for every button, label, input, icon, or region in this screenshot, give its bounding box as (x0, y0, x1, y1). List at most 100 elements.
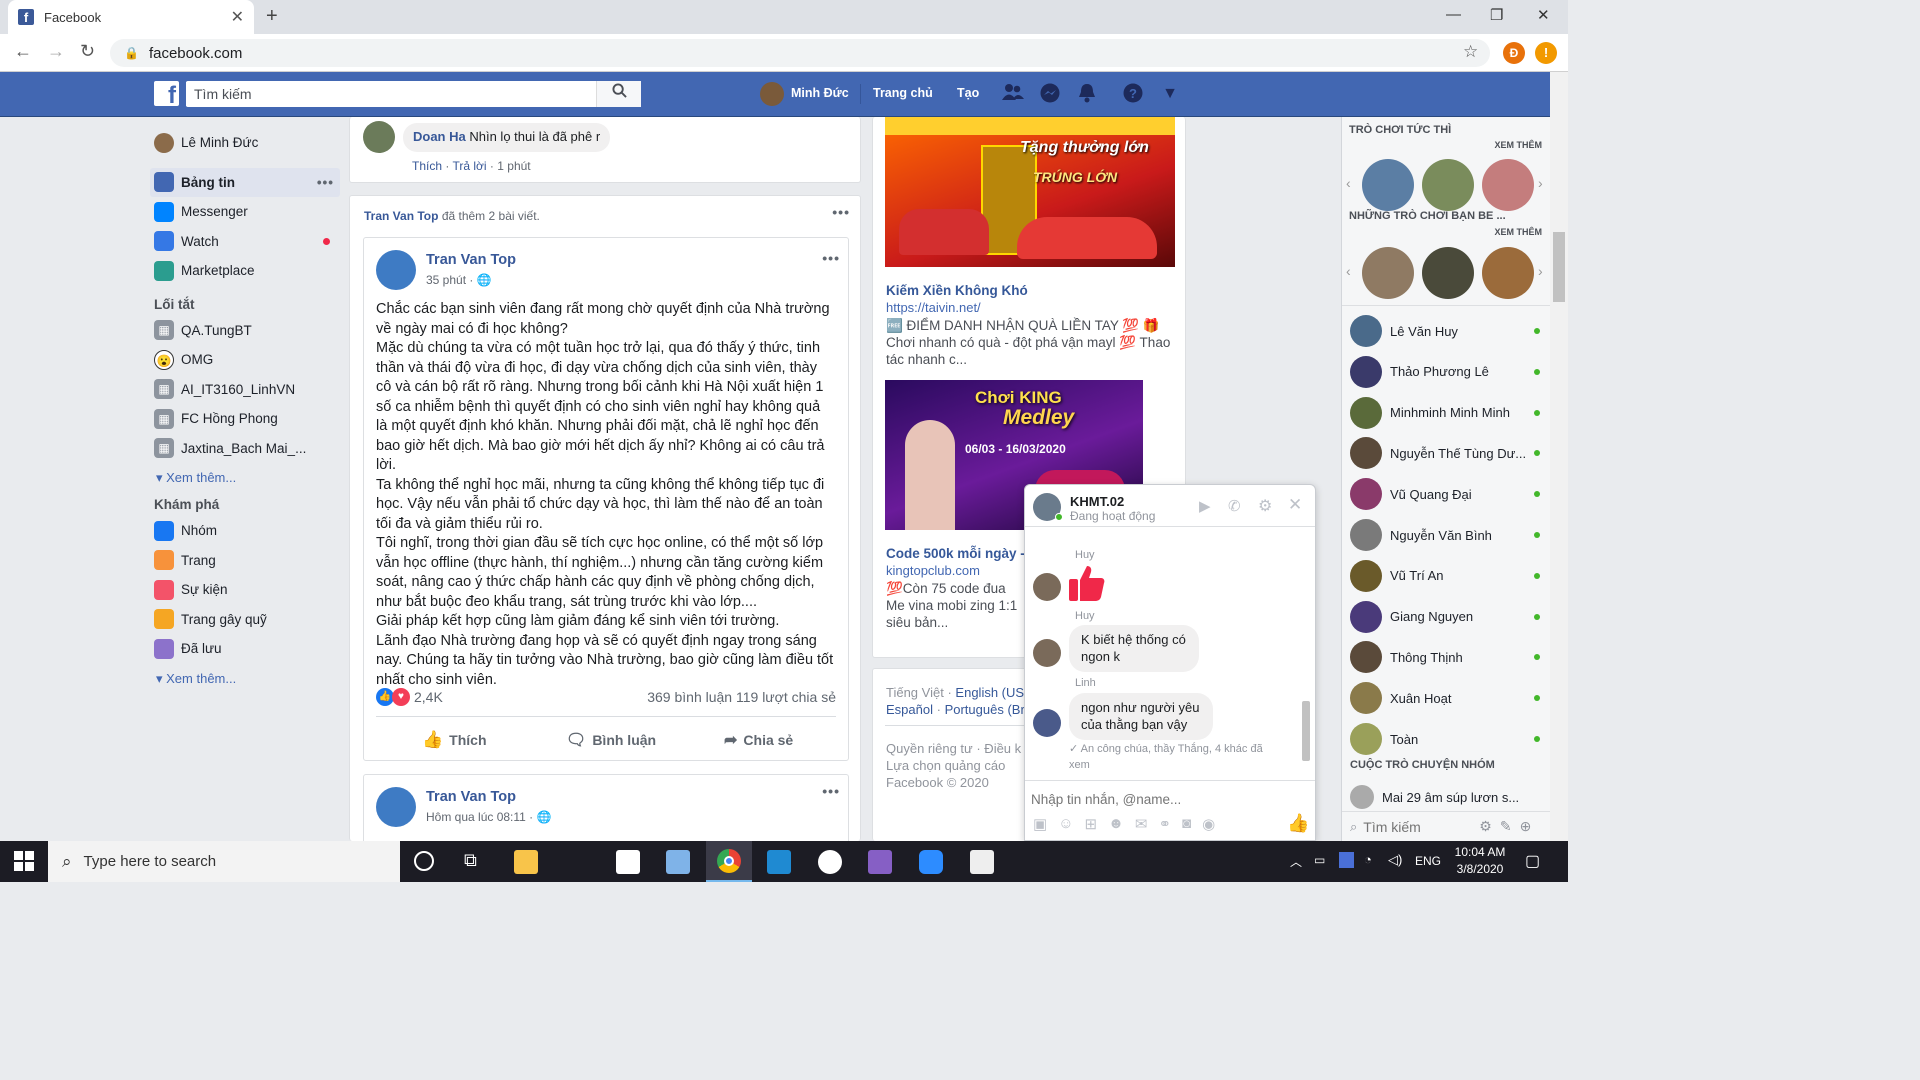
friends-games-prev-icon[interactable]: ‹ (1346, 263, 1351, 279)
sender-avatar[interactable] (1033, 639, 1061, 667)
lang-portugues[interactable]: Português (Br (945, 702, 1025, 717)
post-options-icon[interactable]: ••• (822, 783, 840, 799)
like-button[interactable]: 👍 Thích (422, 730, 487, 750)
contact-item[interactable]: Vũ Quang Đại (1350, 476, 1542, 512)
group-chat-item[interactable]: Mai 29 âm súp lươn s... (1350, 785, 1542, 809)
sidebar-explore-item[interactable]: Trang gây quỹ (150, 605, 340, 635)
contact-item[interactable]: Nguyễn Văn Bình (1350, 517, 1542, 553)
file-explorer-icon[interactable] (514, 850, 538, 874)
contact-item[interactable]: Giang Nguyen (1350, 599, 1542, 635)
task-view-icon[interactable]: ⧉ (464, 850, 477, 871)
ad1-title[interactable]: Kiếm Xiền Không Khó (886, 283, 1028, 298)
sender-avatar[interactable] (1033, 709, 1061, 737)
sidebar-shortcut[interactable]: ▦ AI_IT3160_LinhVN (150, 375, 340, 405)
home-link[interactable]: Trang chủ (873, 86, 933, 100)
games-prev-icon[interactable]: ‹ (1346, 175, 1351, 191)
contact-item[interactable]: Toàn (1350, 721, 1542, 757)
emoji-icon[interactable]: ☻ (1108, 815, 1124, 833)
game-thumbnail[interactable] (1482, 247, 1534, 299)
instant-games-see-more[interactable]: XEM THÊM (1494, 140, 1542, 150)
sticker-icon[interactable]: ☺ (1058, 815, 1073, 833)
games-next-icon[interactable]: › (1538, 175, 1543, 191)
scrollbar-thumb[interactable] (1553, 232, 1565, 302)
input-language[interactable]: ENG (1415, 854, 1441, 868)
help-icon[interactable]: ? (1122, 83, 1144, 105)
more-options-icon[interactable]: ••• (317, 175, 334, 190)
friends-games-next-icon[interactable]: › (1538, 263, 1543, 279)
game-thumbnail[interactable] (1482, 159, 1534, 211)
wifi-icon[interactable]: ◔ (1364, 852, 1372, 867)
maximize-icon[interactable]: ❐ (1490, 6, 1503, 24)
game-thumbnail[interactable] (1362, 247, 1414, 299)
search-input[interactable] (186, 82, 596, 106)
close-tab-icon[interactable]: ✕ (231, 7, 244, 27)
zoom-icon[interactable] (919, 850, 943, 874)
battery-icon[interactable]: ▭ (1314, 853, 1325, 867)
sidebar-shortcut[interactable]: 😮 OMG (150, 345, 340, 375)
taskbar-search[interactable]: ⌕ Type here to search (48, 841, 400, 882)
commenter-avatar[interactable] (363, 121, 395, 153)
sidebar-explore-item[interactable]: Đã lưu (150, 634, 340, 664)
ad1-url[interactable]: https://taivin.net/ (886, 300, 981, 315)
new-tab-icon[interactable]: + (266, 5, 278, 28)
contact-item[interactable]: Thảo Phương Lê (1350, 354, 1542, 390)
footer-links-1[interactable]: Quyền riêng tư · Điều k (886, 741, 1021, 756)
windows-start-icon[interactable] (14, 851, 34, 874)
facebook-logo-icon[interactable]: f (154, 81, 179, 109)
camera-icon[interactable]: ◙ (1182, 815, 1191, 833)
post-author[interactable]: Tran Van Top (426, 789, 516, 805)
game-thumbnail[interactable] (1422, 247, 1474, 299)
sidebar-item-messenger[interactable]: Messenger (150, 197, 340, 227)
friends-games-see-more[interactable]: XEM THÊM (1494, 227, 1542, 237)
gear-icon[interactable]: ⚙ (1479, 818, 1492, 835)
shortcuts-see-more[interactable]: ▾ Xem thêm... (150, 463, 340, 492)
aggregated-author[interactable]: Tran Van Top (364, 209, 438, 223)
chat-search-input[interactable] (1363, 818, 1464, 835)
store-icon[interactable] (616, 850, 640, 874)
search-button[interactable] (596, 81, 641, 107)
explore-see-more[interactable]: ▾ Xem thêm... (150, 664, 340, 693)
sender-avatar[interactable] (1033, 573, 1061, 601)
contact-item[interactable]: Thông Thịnh (1350, 639, 1542, 675)
sidebar-item-watch[interactable]: Watch (150, 227, 340, 257)
browser-tab[interactable]: f Facebook ✕ (8, 0, 254, 34)
sidebar-item-marketplace[interactable]: Marketplace (150, 256, 340, 286)
contact-item[interactable]: Lê Văn Huy (1350, 313, 1542, 349)
link-icon[interactable]: ⚭ (1158, 815, 1171, 833)
app-cube-icon[interactable] (666, 850, 690, 874)
chat-header[interactable]: KHMT.02 Đang hoạt động ▶ ✆ ⚙ ✕ (1025, 485, 1315, 527)
chrome-taskbar-item[interactable] (706, 841, 752, 882)
post-time[interactable]: 35 phút (426, 273, 466, 287)
post-author-avatar[interactable] (376, 787, 416, 827)
ad1-banner-image[interactable]: Tặng thưởng lớn TRÚNG LỚN (885, 117, 1175, 267)
photo-icon[interactable]: ▣ (1033, 815, 1047, 833)
mongodb-compass-icon[interactable] (818, 850, 842, 874)
lang-espanol[interactable]: Español (886, 702, 933, 717)
chat-name[interactable]: KHMT.02 (1070, 494, 1124, 509)
profile-avatar[interactable]: Đ (1503, 42, 1525, 64)
sidebar-explore-item[interactable]: Nhóm (150, 516, 340, 546)
back-icon[interactable]: ← (14, 41, 32, 62)
game-thumbnail[interactable] (1422, 159, 1474, 211)
user-avatar[interactable] (760, 82, 784, 106)
vscode-icon[interactable] (767, 850, 791, 874)
close-window-icon[interactable]: ✕ (1537, 6, 1550, 24)
chat-settings-icon[interactable]: ⚙ (1258, 496, 1272, 516)
visual-studio-icon[interactable] (868, 850, 892, 874)
chat-scrollbar[interactable] (1300, 533, 1312, 773)
ad2-url[interactable]: kingtopclub.com (886, 563, 980, 578)
url-bar[interactable]: 🔒 facebook.com (110, 39, 1490, 67)
contact-item[interactable]: Xuân Hoạt (1350, 680, 1542, 716)
game-thumbnail[interactable] (1362, 159, 1414, 211)
sidebar-item-news-feed[interactable]: Bảng tin ••• (150, 167, 340, 197)
contact-item[interactable]: Minhminh Minh Minh (1350, 395, 1542, 431)
comment-button[interactable]: 🗨 Bình luận (566, 730, 656, 750)
sidebar-shortcut[interactable]: ▦ Jaxtina_Bach Mai_... (150, 434, 340, 464)
sidebar-shortcut[interactable]: ▦ QA.TungBT (150, 316, 340, 346)
account-menu-chevron-icon[interactable]: ▼ (1159, 83, 1181, 105)
sidebar-shortcut[interactable]: ▦ FC Hồng Phong (150, 404, 340, 434)
forward-icon[interactable]: → (47, 41, 65, 62)
comment-like-link[interactable]: Thích (412, 159, 442, 173)
sidebar-profile[interactable]: Lê Minh Đức (150, 128, 340, 158)
reaction-summary[interactable]: 👍 ♥ 2,4K (376, 688, 443, 706)
